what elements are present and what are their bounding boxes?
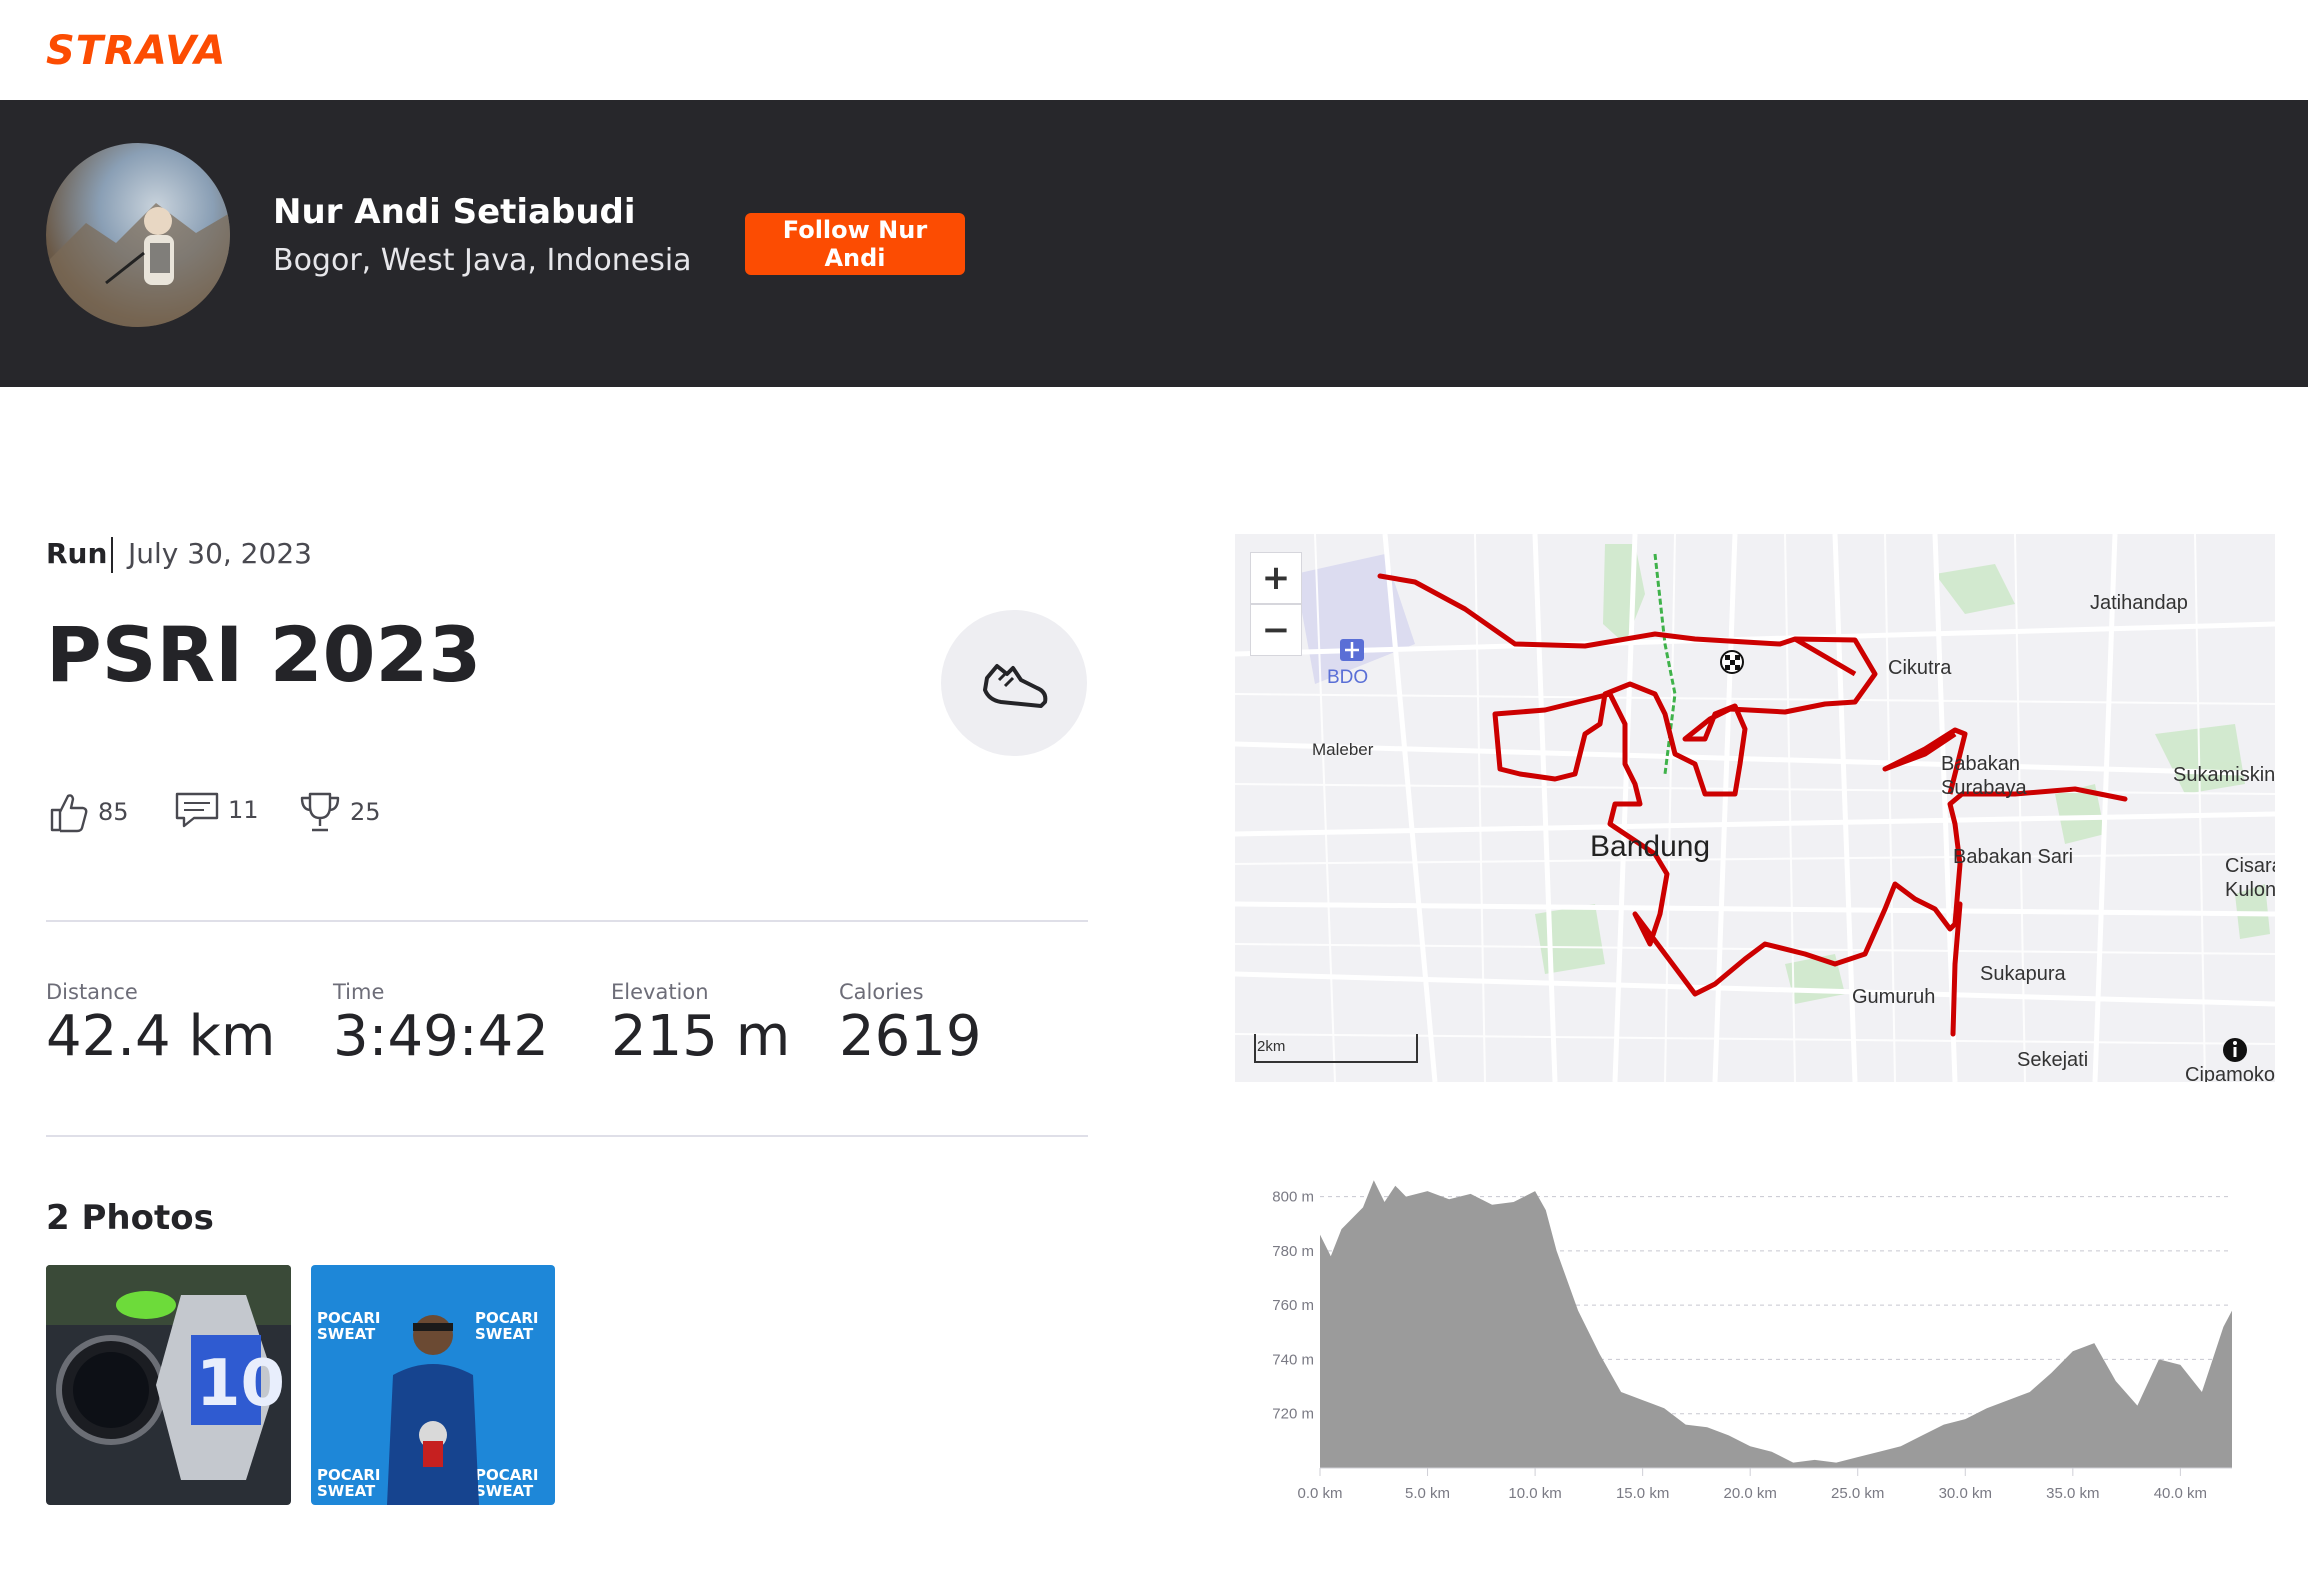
achievements-count[interactable]: 25 <box>298 790 381 834</box>
map-canvas <box>1235 534 2275 1082</box>
y-tick-label: 800 m <box>1272 1189 1314 1206</box>
trophy-icon <box>300 792 340 832</box>
elevation-area <box>1320 1180 2232 1468</box>
stat-label: Time <box>333 980 385 1004</box>
airport-label: BDO <box>1327 667 1369 688</box>
photo-thumbnail[interactable]: 10 <box>46 1265 291 1505</box>
svg-text:SWEAT: SWEAT <box>475 1325 534 1343</box>
activity-title: PSRI 2023 <box>46 610 482 699</box>
map-place-label: Sukapura <box>1980 963 2066 985</box>
map-place-label: Cisaranten Kulon <box>2225 855 2275 901</box>
athlete-name[interactable]: Nur Andi Setiabudi <box>273 192 636 232</box>
elevation-chart[interactable]: 800 m 780 m 760 m 740 m 720 m 0.0 km 5.0 km 10… <box>1260 1158 2260 1518</box>
map-place-label: Babakan Sari <box>1953 846 2074 868</box>
stat-time: Time 3:49:42 <box>333 980 549 1069</box>
athlete-location: Bogor, West Java, Indonesia <box>273 243 692 278</box>
follow-button[interactable]: Follow Nur Andi <box>745 213 965 275</box>
running-shoe-icon <box>941 610 1087 756</box>
svg-text:SWEAT: SWEAT <box>475 1482 534 1500</box>
activity-date: July 30, 2023 <box>128 537 312 570</box>
stat-value: 2619 <box>839 1004 982 1069</box>
map-place-label: Babakan Surabaya <box>1941 753 2027 799</box>
map-place-label: Maleber <box>1312 740 1374 759</box>
x-tick-label: 5.0 km <box>1405 1485 1450 1502</box>
comment-icon <box>175 792 219 828</box>
kudos-count[interactable]: 85 <box>46 790 129 834</box>
achievements-value: 25 <box>350 798 381 826</box>
x-tick-label: 35.0 km <box>2046 1485 2099 1502</box>
top-navbar <box>0 0 2308 100</box>
stat-value: 42.4 km <box>46 1004 276 1069</box>
thumbs-up-icon <box>50 794 88 833</box>
zoom-in-button[interactable]: + <box>1250 552 1302 604</box>
runner-with-medal-photo: POCARISWEAT POCARISWEAT POCARISWEAT POCA… <box>311 1265 555 1505</box>
map-city-label: Bandung <box>1590 830 1711 863</box>
x-tick-label: 40.0 km <box>2154 1485 2207 1502</box>
y-tick-label: 780 m <box>1272 1243 1314 1260</box>
zoom-out-button[interactable]: − <box>1250 604 1302 656</box>
stat-distance: Distance 42.4 km <box>46 980 275 1069</box>
y-tick-label: 720 m <box>1272 1406 1314 1423</box>
stat-label: Distance <box>46 980 138 1004</box>
x-axis-ticks: 0.0 km 5.0 km 10.0 km 15.0 km 20.0 km 25.0 km… <box>1297 1468 2207 1502</box>
map-place-label: Jatihandap <box>2090 592 2188 614</box>
stat-value: 215 m <box>611 1004 791 1069</box>
x-tick-label: 30.0 km <box>1939 1485 1992 1502</box>
map-place-label: Sekejati <box>2017 1049 2089 1071</box>
medal-and-watch-photo: 10 <box>46 1265 291 1505</box>
svg-text:10: 10 <box>196 1347 285 1421</box>
svg-text:SWEAT: SWEAT <box>317 1325 376 1343</box>
photos-heading: 2 Photos <box>46 1198 214 1238</box>
stat-calories: Calories 2619 <box>839 980 982 1069</box>
strava-logo[interactable]: STRAVA <box>46 28 226 74</box>
map-place-label: Sukamiskin <box>2173 764 2275 786</box>
x-tick-label: 0.0 km <box>1297 1485 1342 1502</box>
divider <box>111 537 113 573</box>
divider <box>46 920 1088 922</box>
y-tick-label: 740 m <box>1272 1351 1314 1368</box>
comments-count[interactable]: 11 <box>174 790 259 830</box>
map-place-label: Cikutra <box>1888 657 1952 679</box>
route-map[interactable]: + − BDO 2km Jatihandap Cikutra Maleber B… <box>1235 534 2275 1082</box>
stat-elevation: Elevation 215 m <box>611 980 790 1069</box>
map-place-label: Gumuruh <box>1852 986 1936 1008</box>
kudos-value: 85 <box>98 798 129 826</box>
x-tick-label: 20.0 km <box>1724 1485 1777 1502</box>
x-tick-label: 15.0 km <box>1616 1485 1669 1502</box>
map-place-label: Cipamokolan <box>2185 1064 2275 1082</box>
x-tick-label: 10.0 km <box>1508 1485 1561 1502</box>
stat-label: Calories <box>839 980 924 1004</box>
avatar[interactable] <box>46 143 230 327</box>
svg-text:SWEAT: SWEAT <box>317 1482 376 1500</box>
y-tick-label: 760 m <box>1272 1297 1314 1314</box>
avatar-image <box>46 203 230 327</box>
comments-value: 11 <box>228 796 259 824</box>
divider <box>46 1135 1088 1137</box>
x-tick-label: 25.0 km <box>1831 1485 1884 1502</box>
stat-label: Elevation <box>611 980 709 1004</box>
stat-value: 3:49:42 <box>333 1004 549 1069</box>
photo-thumbnail[interactable]: POCARI SWEAT POCARI SWEAT POCARI SWEAT POCA… <box>311 1265 555 1505</box>
map-scale-label: 2km <box>1257 1038 1286 1055</box>
sport-type: Run <box>46 537 108 570</box>
y-axis-ticks: 800 m 780 m 760 m 740 m 720 m <box>1272 1189 1314 1423</box>
